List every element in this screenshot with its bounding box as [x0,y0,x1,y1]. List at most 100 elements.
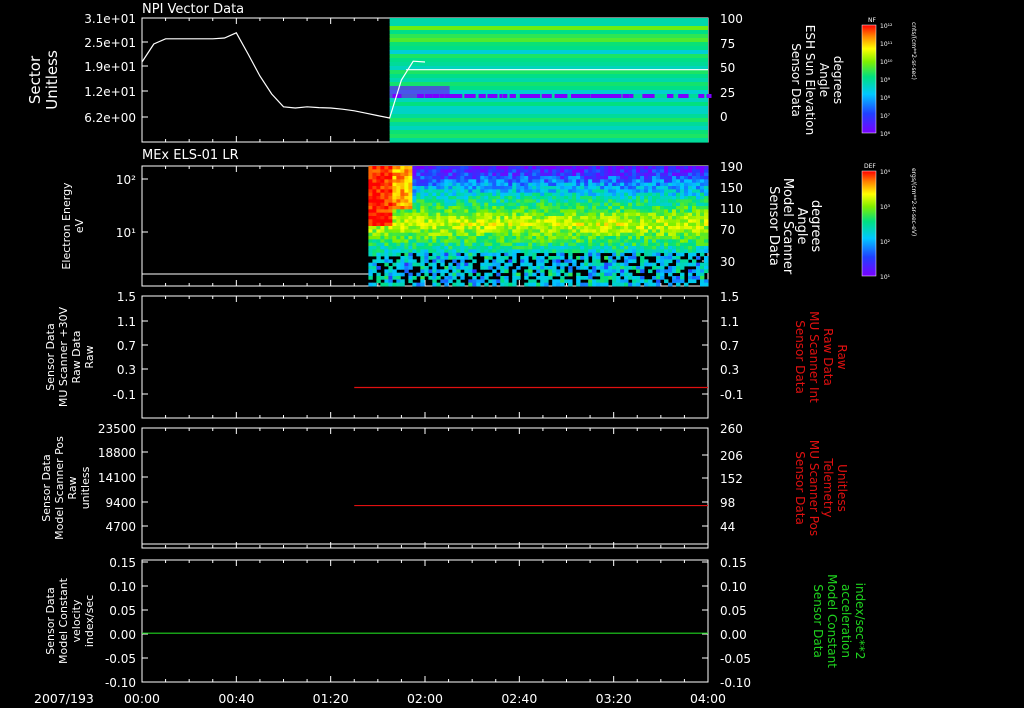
els-pixel [448,276,453,280]
els-pixel [388,249,393,254]
els-pixel [528,209,533,214]
els-pixel [444,189,449,194]
right-tick-label: -0.05 [720,652,751,666]
els-pixel [484,229,489,234]
els-pixel [420,229,425,234]
els-pixel [584,169,589,174]
els-pixel [552,216,557,220]
els-pixel [480,199,485,204]
els-pixel [580,282,585,287]
els-pixel [640,266,645,270]
els-pixel [704,282,709,287]
nf-band [389,110,708,115]
els-pixel [544,212,549,217]
els-pixel [700,232,705,237]
els-pixel [520,172,525,177]
els-pixel [660,226,665,230]
els-pixel [696,186,701,190]
els-pixel [676,256,681,260]
els-pixel [688,179,693,184]
els-pixel [472,259,477,264]
els-pixel [624,276,629,280]
els-pixel [432,176,437,180]
els-pixel [388,242,393,247]
els-pixel [596,242,601,247]
els-pixel [652,176,657,180]
els-pixel [416,192,421,197]
els-pixel [408,256,413,260]
els-pixel [412,202,417,207]
els-pixel [620,269,625,274]
els-pixel [692,176,697,180]
els-pixel [652,196,657,200]
els-pixel [408,252,413,257]
els-pixel [376,209,381,214]
els-pixel [456,166,461,170]
els-pixel [684,182,689,187]
els-pixel [392,269,397,274]
els-pixel [684,199,689,204]
els-pixel [592,222,597,227]
colorbar-tick-label: 10¹¹ [880,41,893,48]
els-pixel [488,219,493,224]
els-pixel [584,176,589,180]
els-pixel [684,219,689,224]
els-pixel [464,202,469,207]
els-pixel [468,202,473,207]
els-pixel [644,196,649,200]
els-pixel [644,249,649,254]
els-pixel [672,239,677,244]
els-pixel [452,242,457,247]
els-pixel [528,229,533,234]
els-pixel [552,232,557,237]
els-pixel [508,236,513,240]
els-pixel [612,259,617,264]
els-pixel [700,262,705,267]
els-pixel [596,212,601,217]
els-pixel [616,209,621,214]
els-pixel [652,219,657,224]
nf-band [389,46,708,51]
els-pixel [624,249,629,254]
els-pixel [620,219,625,224]
colorbar-tick-label: 10¹ [880,274,891,281]
els-pixel [384,172,389,177]
els-pixel [648,242,653,247]
els-pixel [600,216,605,220]
els-pixel [588,196,593,200]
els-pixel [612,182,617,187]
els-pixel [540,216,545,220]
els-pixel [412,199,417,204]
els-pixel [544,222,549,227]
els-pixel [472,202,477,207]
els-pixel [556,229,561,234]
els-pixel [512,249,517,254]
els-pixel [608,266,613,270]
els-pixel [560,189,565,194]
els-pixel [452,189,457,194]
els-pixel [528,242,533,247]
els-pixel [372,209,377,214]
els-pixel [612,219,617,224]
els-pixel [624,262,629,267]
els-pixel [568,236,573,240]
els-pixel [540,212,545,217]
els-pixel [548,216,553,220]
els-pixel [696,176,701,180]
els-pixel [636,179,641,184]
els-pixel [484,202,489,207]
els-pixel [592,266,597,270]
els-pixel [536,262,541,267]
els-pixel [384,282,389,287]
els-pixel [480,212,485,217]
els-pixel [668,239,673,244]
els-pixel [580,196,585,200]
els-pixel [392,202,397,207]
els-pixel [412,239,417,244]
els-pixel [528,182,533,187]
els-pixel [540,276,545,280]
els-pixel [628,282,633,287]
els-pixel [704,172,709,177]
els-pixel [468,169,473,174]
els-pixel [700,186,705,190]
